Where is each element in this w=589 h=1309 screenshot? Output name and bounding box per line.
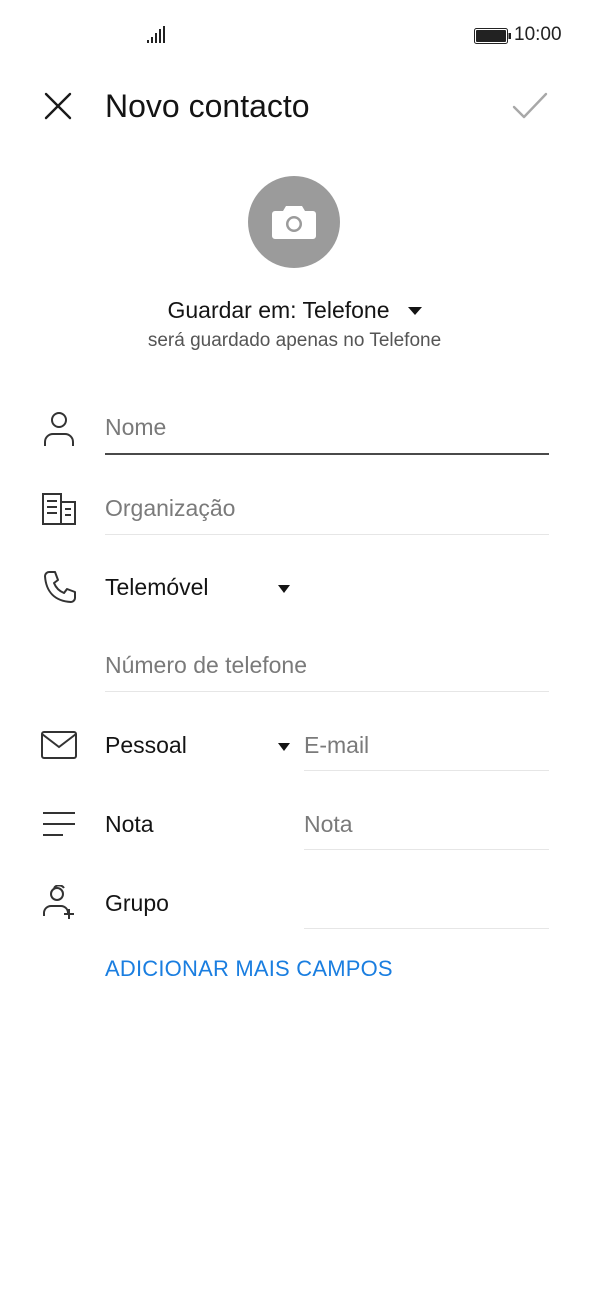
- note-underline: [304, 849, 549, 850]
- note-lines-icon: [39, 804, 79, 844]
- organization-input[interactable]: Organização: [105, 495, 549, 522]
- storage-selector[interactable]: Guardar em: Telefone: [0, 293, 589, 327]
- storage-label: Guardar em: Telefone: [167, 296, 390, 323]
- email-input[interactable]: E-mail: [304, 732, 549, 759]
- organization-underline: [105, 534, 549, 535]
- phone-icon: [39, 567, 79, 607]
- phone-underline: [105, 691, 549, 692]
- name-underline: [105, 453, 549, 455]
- note-label: Nota: [105, 811, 154, 837]
- signal-bars-icon: [147, 26, 165, 43]
- battery-icon: [474, 28, 511, 44]
- mail-icon: [39, 725, 79, 765]
- person-icon: [39, 409, 79, 449]
- phone-type-label: Telemóvel: [105, 574, 209, 600]
- email-type-dropdown[interactable]: [278, 743, 290, 751]
- camera-icon: [272, 206, 316, 239]
- phone-number-input[interactable]: Número de telefone: [105, 652, 549, 679]
- storage-subtitle: será guardado apenas no Telefone: [147, 330, 442, 351]
- organization-icon: [39, 489, 79, 529]
- group-selector[interactable]: [304, 890, 549, 920]
- email-underline: [304, 770, 549, 771]
- phone-type-dropdown[interactable]: [278, 585, 290, 593]
- add-more-fields-button[interactable]: ADICIONAR MAIS CAMPOS: [105, 956, 393, 982]
- note-input[interactable]: Nota: [304, 811, 549, 838]
- save-button[interactable]: [506, 84, 554, 128]
- dropdown-arrow-icon: [407, 307, 422, 315]
- status-time: 10:00: [514, 24, 562, 45]
- group-underline: [304, 928, 549, 929]
- email-type-label: Pessoal: [105, 732, 187, 758]
- page-title: Novo contacto: [105, 88, 310, 124]
- name-input[interactable]: Nome: [105, 414, 549, 441]
- close-button[interactable]: [36, 84, 80, 128]
- group-add-icon: [39, 883, 79, 923]
- group-label: Grupo: [105, 890, 169, 916]
- checkmark-icon: [512, 92, 548, 119]
- close-icon: [44, 92, 72, 120]
- avatar-photo-button[interactable]: [248, 176, 340, 268]
